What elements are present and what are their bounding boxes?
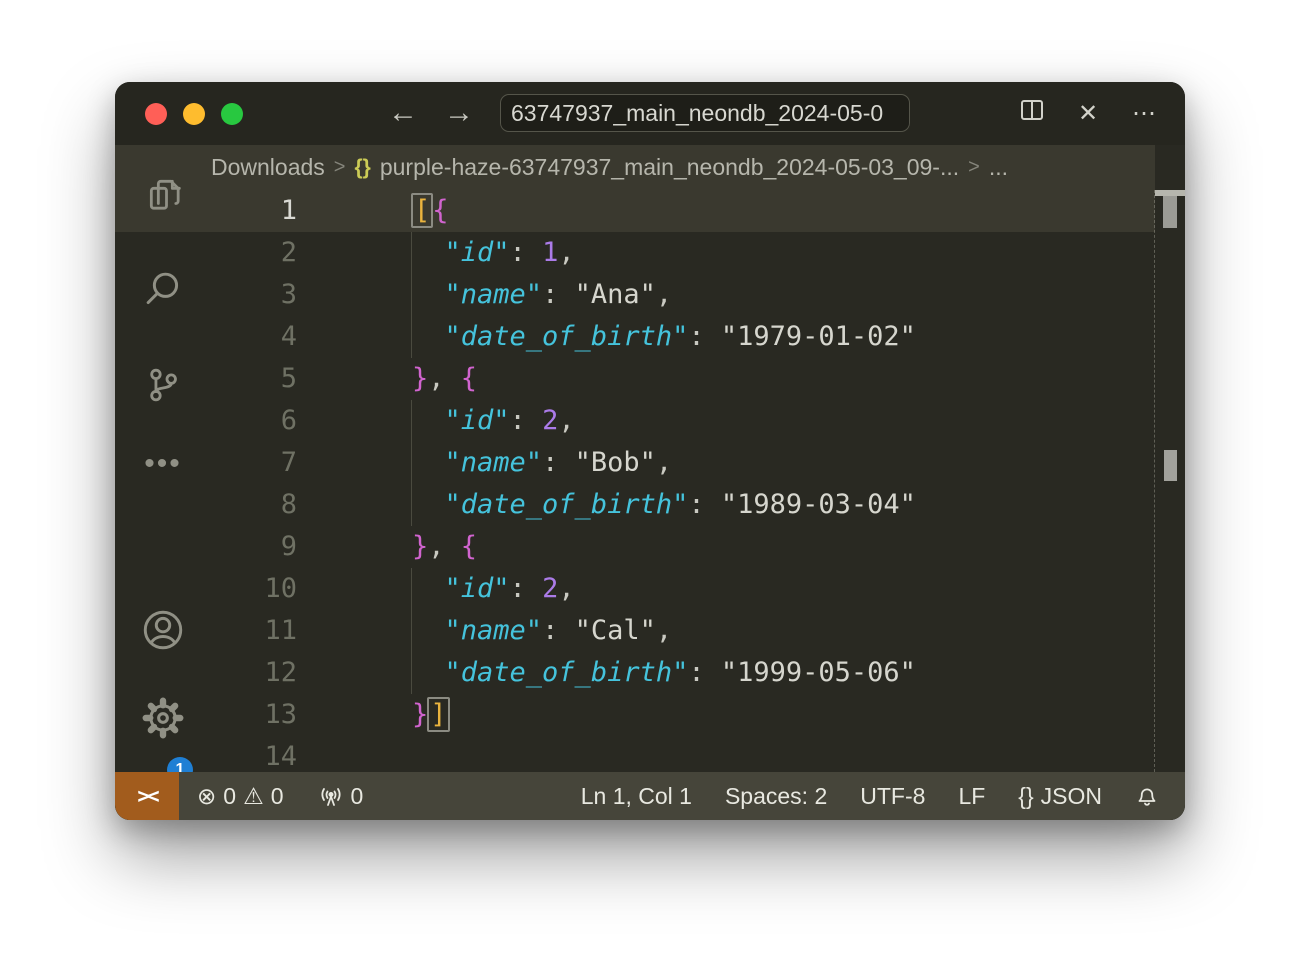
line-number: 1 — [211, 190, 412, 232]
line-number: 13 — [211, 694, 412, 736]
title-bar: ← → 63747937_main_neondb_2024-05-0 ✕ ⋯ — [115, 82, 1185, 145]
remote-indicator[interactable]: >< — [115, 772, 179, 820]
settings-gear-icon[interactable] — [115, 695, 211, 741]
search-icon[interactable] — [115, 268, 211, 310]
line-content: "date_of_birth": "1989-03-04" — [412, 484, 916, 526]
minimize-window-button[interactable] — [183, 103, 205, 125]
code-line-8[interactable]: 8 "date_of_birth": "1989-03-04" — [211, 484, 1185, 526]
code-line-1[interactable]: 1[{ — [211, 190, 1185, 232]
split-editor-icon[interactable] — [1017, 97, 1047, 130]
error-icon: ⊗ — [197, 783, 216, 810]
indentation-status[interactable]: Spaces: 2 — [725, 783, 827, 810]
line-number: 12 — [211, 652, 412, 694]
chevron-right-icon: > — [334, 156, 346, 179]
accounts-icon[interactable] — [115, 608, 211, 652]
code-line-12[interactable]: 12 "date_of_birth": "1999-05-06" — [211, 652, 1185, 694]
code-line-4[interactable]: 4 "date_of_birth": "1979-01-02" — [211, 316, 1185, 358]
notifications-bell-icon[interactable] — [1135, 784, 1159, 808]
zoom-window-button[interactable] — [221, 103, 243, 125]
go-back-button[interactable]: ← — [385, 95, 421, 131]
traffic-lights — [145, 103, 243, 125]
line-number: 8 — [211, 484, 412, 526]
workbench-body: ••• — [115, 145, 1185, 820]
line-content: "id": 1, — [412, 232, 575, 274]
line-number: 6 — [211, 400, 412, 442]
ports-count: 0 — [351, 783, 364, 810]
line-number: 9 — [211, 526, 412, 568]
ports-status[interactable]: 0 — [318, 783, 364, 810]
code-line-11[interactable]: 11 "name": "Cal", — [211, 610, 1185, 652]
line-content: [{ — [412, 190, 449, 232]
json-file-icon: {} — [354, 156, 370, 180]
line-number: 2 — [211, 232, 412, 274]
close-editor-icon[interactable]: ✕ — [1073, 99, 1103, 128]
line-number: 14 — [211, 736, 412, 772]
encoding-status[interactable]: UTF-8 — [860, 783, 925, 810]
braces-icon: {} — [1018, 783, 1033, 810]
line-content: "date_of_birth": "1999-05-06" — [412, 652, 916, 694]
breadcrumb-file[interactable]: purple-haze-63747937_main_neondb_2024-05… — [380, 154, 959, 181]
code-line-5[interactable]: 5}, { — [211, 358, 1185, 400]
breadcrumb-folder[interactable]: Downloads — [211, 154, 325, 181]
warning-icon: ⚠ — [243, 783, 264, 810]
line-number: 7 — [211, 442, 412, 484]
line-number: 3 — [211, 274, 412, 316]
line-number: 11 — [211, 610, 412, 652]
go-forward-button[interactable]: → — [441, 95, 477, 131]
code-lines: 1[{2 "id": 1,3 "name": "Ana",4 "date_of_… — [211, 190, 1185, 772]
code-line-6[interactable]: 6 "id": 2, — [211, 400, 1185, 442]
line-content: "name": "Cal", — [412, 610, 672, 652]
code-line-10[interactable]: 10 "id": 2, — [211, 568, 1185, 610]
line-content: "id": 2, — [412, 400, 575, 442]
line-number: 4 — [211, 316, 412, 358]
source-control-icon[interactable] — [115, 365, 211, 405]
additional-views-icon[interactable]: ••• — [115, 447, 211, 481]
line-number: 5 — [211, 358, 412, 400]
line-content: }, { — [412, 358, 477, 400]
scrollbar-decoration — [1164, 450, 1177, 481]
error-count: 0 — [223, 783, 236, 810]
code-line-14[interactable]: 14 — [211, 736, 1185, 772]
warning-count: 0 — [271, 783, 284, 810]
line-number: 10 — [211, 568, 412, 610]
activity-bar: ••• — [115, 145, 211, 772]
command-center-search[interactable]: 63747937_main_neondb_2024-05-0 — [500, 94, 910, 132]
chevron-right-icon: > — [968, 156, 980, 179]
code-line-7[interactable]: 7 "name": "Bob", — [211, 442, 1185, 484]
vscode-window: ← → 63747937_main_neondb_2024-05-0 ✕ ⋯ — [115, 82, 1185, 820]
breadcrumb-more[interactable]: ... — [989, 154, 1008, 181]
language-mode[interactable]: {} JSON — [1018, 783, 1102, 810]
close-window-button[interactable] — [145, 103, 167, 125]
language-label: JSON — [1041, 783, 1102, 810]
line-content: }, { — [412, 526, 477, 568]
code-line-13[interactable]: 13}] — [211, 694, 1185, 736]
explorer-icon[interactable] — [115, 172, 211, 214]
line-content: "name": "Ana", — [412, 274, 672, 316]
line-content: "name": "Bob", — [412, 442, 672, 484]
eol-status[interactable]: LF — [958, 783, 985, 810]
cursor-position[interactable]: Ln 1, Col 1 — [581, 783, 692, 810]
radio-tower-icon — [318, 783, 344, 809]
breadcrumb: Downloads > {} purple-haze-63747937_main… — [211, 145, 1185, 190]
line-content: "id": 2, — [412, 568, 575, 610]
code-line-9[interactable]: 9}, { — [211, 526, 1185, 568]
code-line-2[interactable]: 2 "id": 1, — [211, 232, 1185, 274]
line-content: "date_of_birth": "1979-01-02" — [412, 316, 916, 358]
code-line-3[interactable]: 3 "name": "Ana", — [211, 274, 1185, 316]
status-bar: >< ⊗ 0 ⚠ 0 0 — [115, 772, 1185, 820]
line-content: }] — [412, 694, 449, 736]
editor-scrollbar[interactable] — [1154, 190, 1185, 772]
scrollbar-thumb[interactable] — [1163, 196, 1177, 228]
editor-pane[interactable]: 1[{2 "id": 1,3 "name": "Ana",4 "date_of_… — [211, 190, 1185, 772]
problems-status[interactable]: ⊗ 0 ⚠ 0 — [197, 783, 284, 810]
more-actions-icon[interactable]: ⋯ — [1129, 99, 1159, 128]
